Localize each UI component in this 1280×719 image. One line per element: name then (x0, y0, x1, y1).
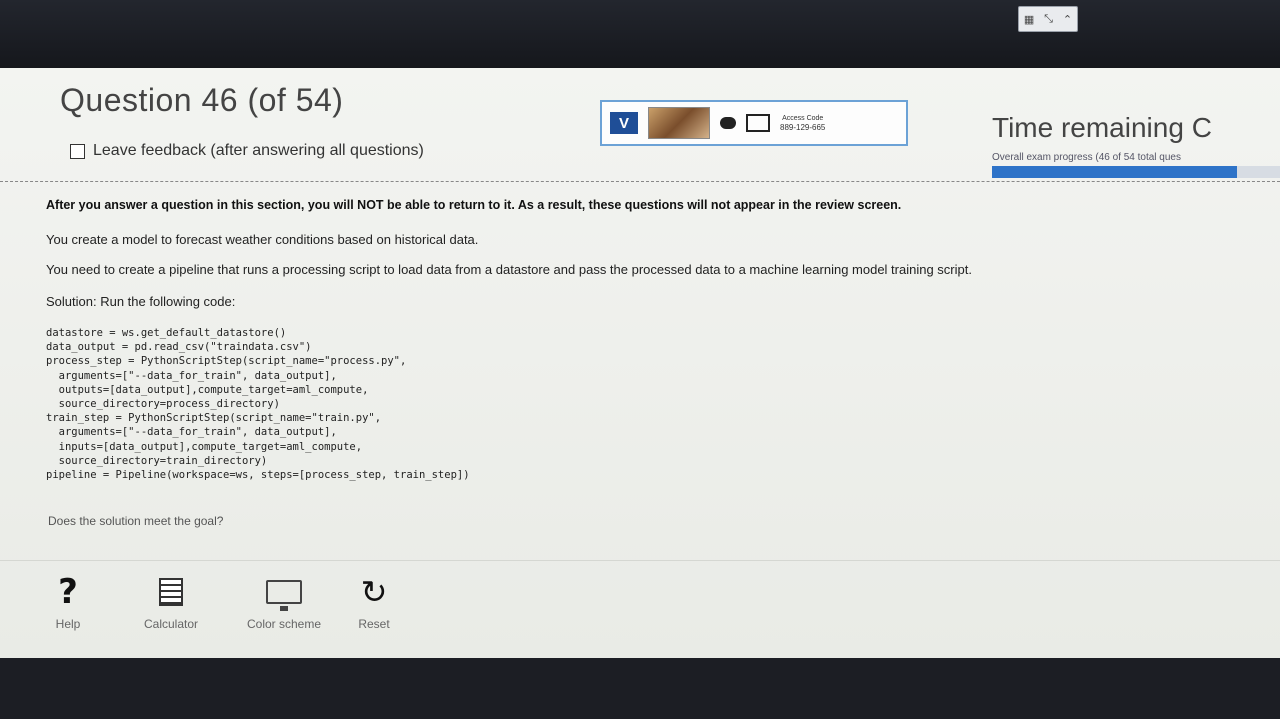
progress-fill (992, 166, 1237, 178)
time-remaining-value: C (1191, 112, 1212, 143)
resize-icon[interactable]: ⤡ (1044, 13, 1053, 26)
time-remaining: Time remaining C (992, 112, 1212, 144)
section-notice: After you answer a question in this sect… (46, 198, 902, 212)
proctor-v-button[interactable]: V (610, 112, 638, 134)
grid-icon[interactable]: ▦ (1024, 13, 1034, 26)
goal-question: Does the solution meet the goal? (48, 514, 224, 528)
chat-icon[interactable] (720, 117, 736, 129)
reset-icon: ↻ (360, 573, 388, 610)
access-code-value: 889-129-665 (780, 123, 826, 132)
access-code-label: Access Code (782, 115, 824, 122)
monitor-icon (266, 580, 302, 611)
solution-code: datastore = ws.get_default_datastore() d… (46, 327, 470, 482)
leave-feedback-option[interactable]: Leave feedback (after answering all ques… (70, 142, 424, 160)
access-code-block: Access Code 889-129-665 (780, 114, 825, 132)
calculator-label: Calculator (143, 617, 199, 631)
overall-progress-bar (992, 166, 1280, 178)
top-dark-strip: ▦ ⤡ ⌃ (0, 0, 1280, 68)
window-controls[interactable]: ▦ ⤡ ⌃ (1018, 6, 1078, 32)
feedback-label: Leave feedback (after answering all ques… (93, 142, 424, 159)
question-mark-icon: ? (58, 571, 78, 612)
color-scheme-button[interactable]: Color scheme (246, 574, 322, 631)
chevron-up-icon[interactable]: ⌃ (1063, 13, 1072, 26)
calculator-icon (159, 578, 183, 606)
page-title: Question 46 (of 54) (60, 82, 344, 118)
overall-progress-text: Overall exam progress (46 of 54 total qu… (992, 152, 1181, 163)
help-button[interactable]: ? Help (46, 574, 90, 631)
time-remaining-label: Time remaining (992, 112, 1184, 143)
calculator-button[interactable]: Calculator (126, 574, 216, 631)
question-paragraph-1: You create a model to forecast weather c… (46, 232, 479, 247)
webcam-preview (648, 107, 710, 139)
reset-label: Reset (358, 617, 390, 631)
feedback-checkbox[interactable] (70, 143, 85, 159)
question-paragraph-2: You need to create a pipeline that runs … (46, 262, 972, 277)
whiteboard-icon[interactable] (746, 114, 770, 132)
help-label: Help (55, 617, 81, 631)
exam-screen: Question 46 (of 54) Leave feedback (afte… (0, 68, 1280, 658)
proctor-toolbar: V Access Code 889-129-665 (600, 100, 908, 146)
solution-label: Solution: Run the following code: (46, 294, 236, 309)
bottom-dark-strip (0, 658, 1280, 719)
color-scheme-label: Color scheme (246, 617, 322, 631)
toolbar-divider (0, 560, 1280, 561)
header-divider (0, 181, 1280, 182)
reset-button[interactable]: ↻ Reset (346, 574, 402, 631)
